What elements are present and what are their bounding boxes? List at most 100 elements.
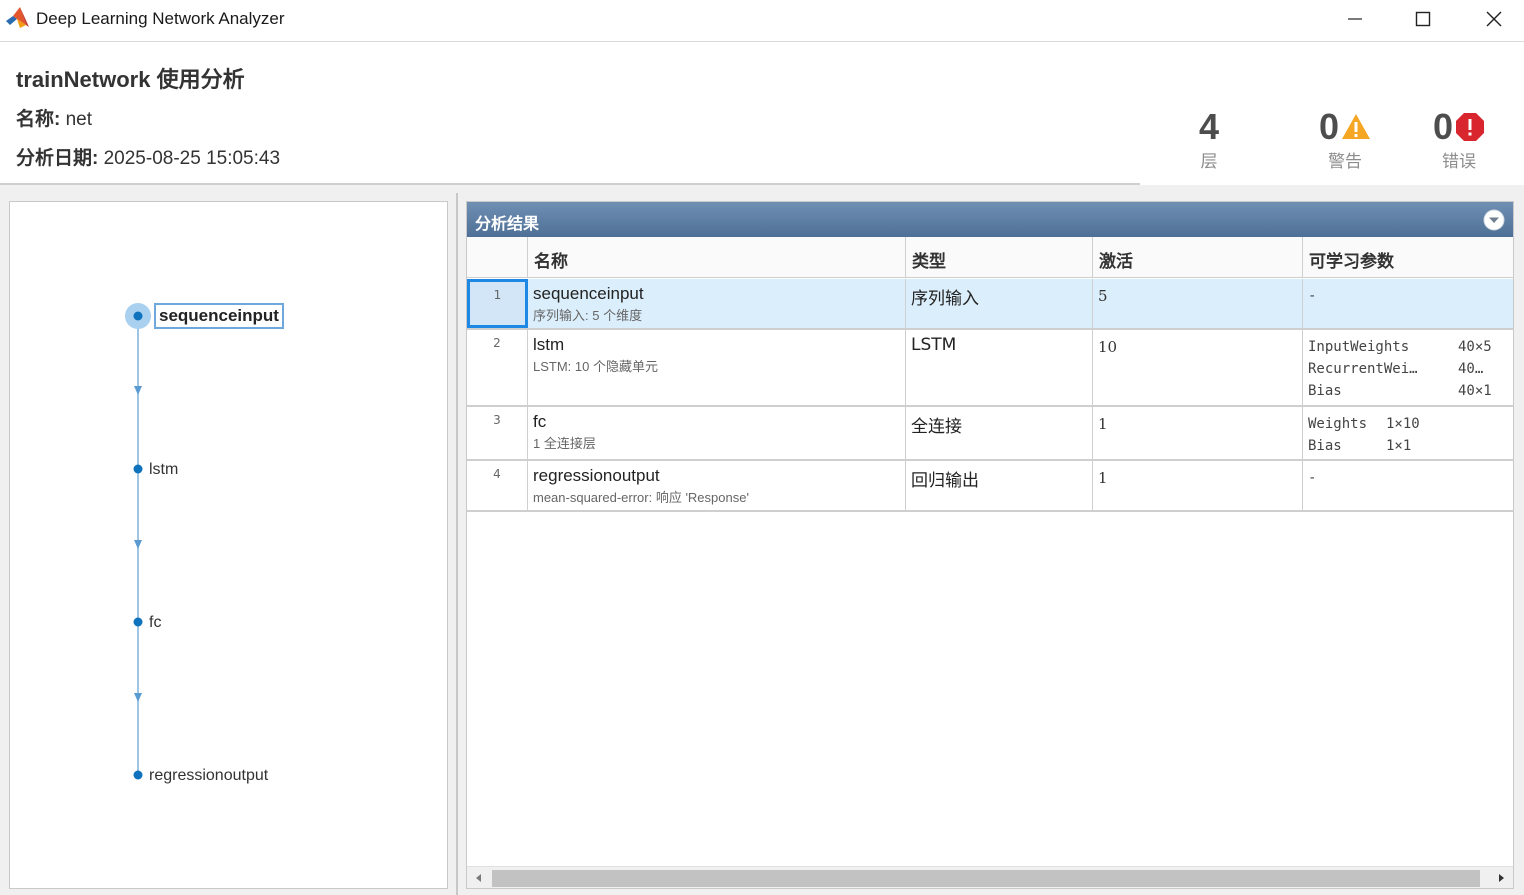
param-name: Bias [1308,438,1342,454]
results-title: 分析结果 [475,214,540,233]
close-icon [1486,11,1502,27]
maximize-button[interactable] [1389,0,1457,38]
errors-count-label: 错误 [1442,152,1476,172]
graph-node-sequenceinput[interactable] [133,311,143,321]
param-name: Bias [1308,383,1342,399]
network-name: 名称: net [16,104,92,131]
network-name-label: 名称: [16,109,61,130]
param-size: 40×5 [1458,339,1492,355]
layer-name: regressionoutput [533,466,660,485]
layer-name: fc [533,412,547,431]
error-icon [1456,113,1485,141]
analysis-date: 分析日期: 2025-08-25 15:05:43 [16,143,280,170]
param-row: Bias 40×1 [1308,380,1513,402]
errors-count-value: 0 [1432,106,1454,147]
scrollbar-thumb[interactable] [492,870,1480,887]
param-name: RecurrentWei… [1308,361,1418,377]
param-row: InputWeights 40×5 [1308,336,1513,358]
minimize-icon [1348,18,1362,20]
layer-name-cell[interactable]: lstm LSTM: 10 个隐藏单元 [528,330,906,405]
param-name: - [1308,470,1317,486]
layers-count-value: 4 [1198,106,1220,147]
param-size: 1×1 [1386,438,1412,454]
graph-node-label[interactable]: regressionoutput [149,767,268,785]
column-header-learnables[interactable]: 可学习参数 [1303,237,1513,278]
column-header-index[interactable] [467,237,528,278]
graph-node-fc[interactable] [133,617,143,627]
graph-node-label[interactable]: lstm [149,461,178,479]
column-header-activation[interactable]: 激活 [1093,237,1303,278]
layer-name: lstm [533,335,565,354]
param-name: Weights [1308,416,1368,432]
errors-count: 0 错误 [1424,105,1494,172]
param-row: Bias 1×1 [1308,435,1513,457]
warnings-count-label: 警告 [1328,152,1362,172]
matlab-logo-icon [6,7,29,28]
arrow-down-icon [134,540,142,549]
layer-learnables[interactable]: Weights 1×10 Bias 1×1 [1303,407,1513,459]
analysis-header: trainNetwork 使用分析 名称: net 分析日期: 2025-08-… [0,43,1524,183]
results-table-header: 名称 类型 激活 可学习参数 [467,237,1513,278]
horizontal-scrollbar[interactable] [467,866,1513,888]
layer-description: LSTM: 10 个隐藏单元 [533,359,658,374]
panel-splitter[interactable] [456,193,458,895]
param-row: - [1308,285,1513,307]
column-header-name[interactable]: 名称 [528,237,906,278]
main-area: sequenceinput lstm fc regressionoutput 分… [0,185,1524,895]
layer-activation[interactable]: 5 [1093,279,1303,328]
param-size: 40… [1458,361,1484,377]
layer-type[interactable]: 全连接 [906,407,1093,459]
layer-description: 序列输入: 5 个维度 [533,308,643,323]
warning-icon [1342,114,1371,139]
param-size: 40×1 [1458,383,1492,399]
row-index[interactable]: 4 [467,461,528,510]
close-button[interactable] [1460,0,1524,38]
graph-node-label[interactable]: sequenceinput [154,303,284,329]
layer-type[interactable]: 回归输出 [906,461,1093,510]
param-size: 1×10 [1386,416,1420,432]
graph-node-label[interactable]: fc [149,614,161,632]
arrow-down-icon [134,386,142,395]
param-row: - [1308,467,1513,489]
layer-activation[interactable]: 10 [1093,330,1303,405]
table-row[interactable]: 4 regressionoutput mean-squared-error: 响… [467,461,1513,512]
layer-learnables[interactable]: - [1303,461,1513,510]
column-header-type[interactable]: 类型 [906,237,1093,278]
layer-description: 1 全连接层 [533,436,596,451]
param-name: InputWeights [1308,339,1410,355]
layer-learnables[interactable]: - [1303,279,1513,328]
table-row[interactable]: 2 lstm LSTM: 10 个隐藏单元 LSTM 10 InputWeigh… [467,330,1513,407]
layers-count: 4 层 [1189,105,1229,172]
layer-type[interactable]: LSTM [906,330,1093,405]
param-row: RecurrentWei… 40… [1308,358,1513,380]
layer-activation[interactable]: 1 [1093,461,1303,510]
collapse-icon[interactable] [1483,209,1505,231]
layer-name-cell[interactable]: sequenceinput 序列输入: 5 个维度 [528,279,906,328]
maximize-icon [1415,11,1431,27]
graph-node-lstm[interactable] [133,464,143,474]
layer-name: sequenceinput [533,284,644,303]
param-row: Weights 1×10 [1308,413,1513,435]
arrow-down-icon [134,693,142,702]
layer-name-cell[interactable]: regressionoutput mean-squared-error: 响应 … [528,461,906,510]
table-row[interactable]: 1 sequenceinput 序列输入: 5 个维度 序列输入 5 - [467,279,1513,330]
minimize-button[interactable] [1321,0,1389,38]
layer-activation[interactable]: 1 [1093,407,1303,459]
analysis-date-value: 2025-08-25 15:05:43 [103,148,281,169]
layer-type[interactable]: 序列输入 [906,279,1093,328]
scroll-left-icon[interactable] [473,872,485,884]
row-index[interactable]: 3 [467,407,528,459]
page-title: trainNetwork 使用分析 [16,67,245,92]
warnings-count: 0 警告 [1310,105,1380,172]
table-row[interactable]: 3 fc 1 全连接层 全连接 1 Weights 1×10 Bias 1×1 [467,407,1513,461]
param-name: - [1308,288,1317,304]
window-title: Deep Learning Network Analyzer [36,9,285,28]
row-index[interactable]: 2 [467,330,528,405]
layer-name-cell[interactable]: fc 1 全连接层 [528,407,906,459]
layer-learnables[interactable]: InputWeights 40×5 RecurrentWei… 40… Bias 40… [1303,330,1513,405]
network-graph-panel[interactable]: sequenceinput lstm fc regressionoutput [9,201,448,889]
row-index[interactable]: 1 [467,279,528,328]
graph-node-regressionoutput[interactable] [133,770,143,780]
layer-description: mean-squared-error: 响应 'Response' [533,490,749,505]
scroll-right-icon[interactable] [1495,872,1507,884]
